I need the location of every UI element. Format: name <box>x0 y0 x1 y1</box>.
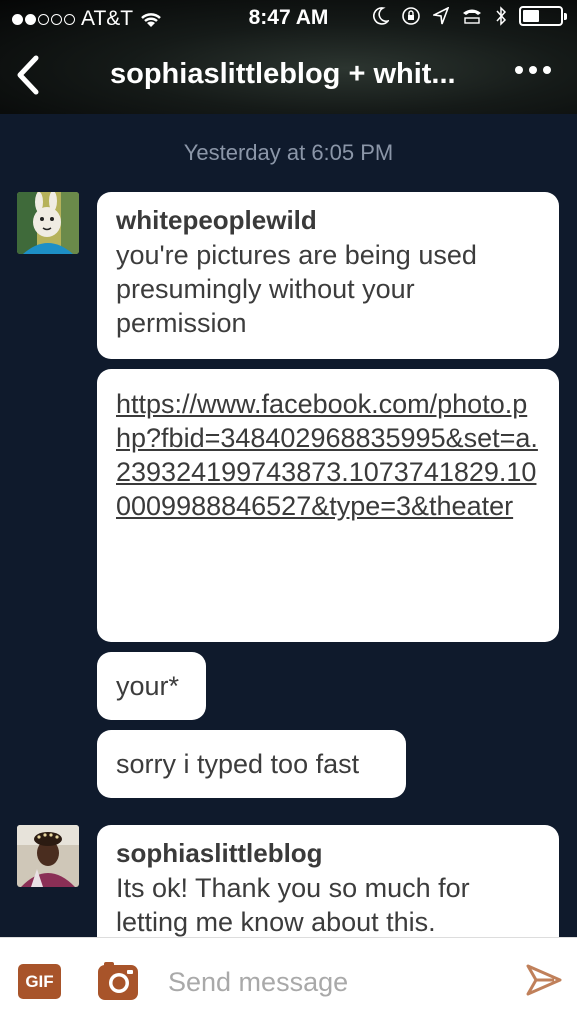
message-text: Its ok! Thank you so much for letting me… <box>116 873 470 937</box>
message-input[interactable] <box>168 964 498 1000</box>
status-bar: AT&T 8:47 AM <box>0 0 577 38</box>
conversation-header: sophiaslittleblog + whit... <box>0 40 577 114</box>
tty-icon <box>463 9 481 24</box>
avatar-sophiaslittleblog[interactable] <box>17 825 79 887</box>
message-text: sorry i typed too fast <box>116 749 360 779</box>
battery-icon <box>519 6 567 26</box>
gif-button[interactable]: GIF <box>18 964 61 999</box>
rotation-lock-icon <box>402 7 420 25</box>
message-composer: GIF <box>0 937 577 1024</box>
location-icon <box>433 7 449 25</box>
message-bubble-link: https://www.facebook.com/photo.php?fbid=… <box>97 369 559 642</box>
person-avatar-icon <box>17 825 79 887</box>
message-bubble: sorry i typed too fast <box>97 730 406 798</box>
message-bubble: whitepeoplewild you're pictures are bein… <box>97 192 559 359</box>
more-options-icon[interactable] <box>515 66 551 74</box>
message-sender[interactable]: whitepeoplewild <box>116 204 540 236</box>
message-bubble: your* <box>97 652 206 720</box>
message-link[interactable]: https://www.facebook.com/photo.php?fbid=… <box>116 389 538 521</box>
top-bar: AT&T 8:47 AM sophiaslittleblog + whit... <box>0 0 577 114</box>
message-text: you're pictures are being used presuming… <box>116 240 477 338</box>
message-text: your* <box>116 671 180 701</box>
moon-icon <box>373 7 389 25</box>
bluetooth-icon <box>496 6 507 26</box>
avatar-whitepeoplewild[interactable] <box>17 192 79 254</box>
camera-icon[interactable] <box>97 961 139 1001</box>
message-sender[interactable]: sophiaslittleblog <box>116 837 540 869</box>
date-separator: Yesterday at 6:05 PM <box>183 140 394 165</box>
conversation-title[interactable]: sophiaslittleblog + whit... <box>110 58 490 91</box>
bunny-avatar-icon <box>17 192 79 254</box>
back-icon[interactable] <box>10 52 50 98</box>
send-icon[interactable] <box>524 960 564 1000</box>
status-icons <box>373 6 567 26</box>
